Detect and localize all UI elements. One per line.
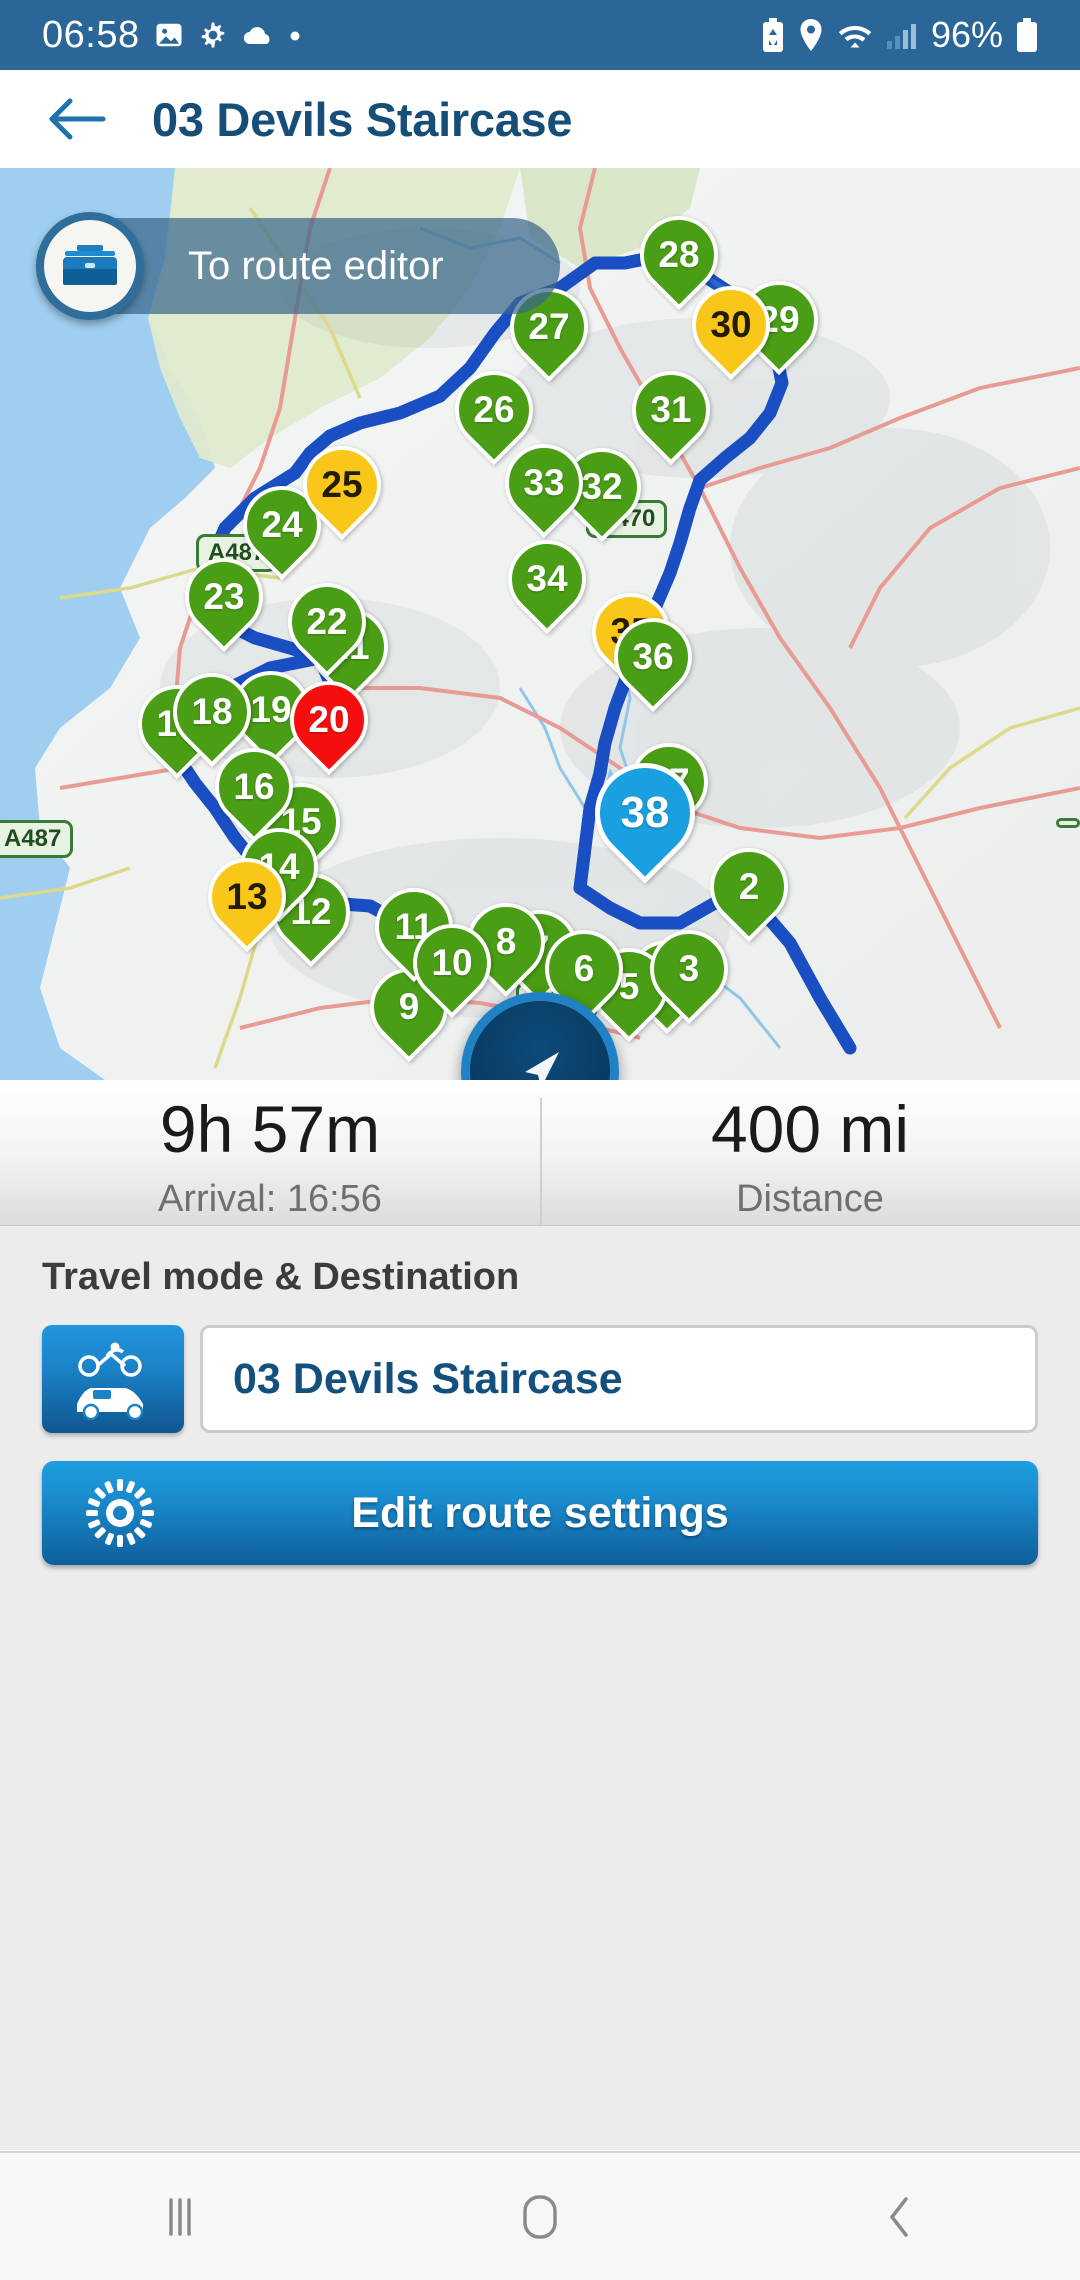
to-route-editor-button[interactable]: To route editor	[36, 212, 560, 320]
map-marker-label: 10	[431, 942, 473, 983]
battery-icon	[1016, 18, 1038, 52]
recents-icon[interactable]	[0, 2194, 360, 2240]
map-marker-label: 13	[226, 876, 268, 917]
map-marker-label: 26	[473, 389, 515, 430]
stats-divider	[540, 1098, 542, 1226]
toolbox-icon	[36, 212, 144, 320]
edit-route-settings-label: Edit route settings	[351, 1488, 729, 1537]
app-bar: 03 Devils Staircase	[0, 70, 1080, 168]
arrival-label: Arrival: 16:56	[158, 1177, 382, 1220]
wifi-icon	[837, 20, 873, 50]
duration-stat: 9h 57m Arrival: 16:56	[0, 1080, 540, 1225]
map-marker-18[interactable]: 18	[156, 656, 268, 773]
map-marker-22[interactable]: 22	[271, 566, 383, 683]
gear-icon	[84, 1461, 156, 1565]
road-shield	[1056, 818, 1080, 828]
travel-mode-destination-panel: Travel mode & Destination 03 Devils Stai…	[0, 1225, 1080, 2150]
gear-icon	[198, 20, 228, 50]
status-bar-right: 96%	[761, 14, 1038, 56]
distance-label: Distance	[736, 1177, 884, 1220]
map-marker-label: 18	[191, 691, 233, 732]
edit-route-settings-button[interactable]: Edit route settings	[42, 1461, 1038, 1565]
duration-value: 9h 57m	[159, 1091, 381, 1166]
map-marker-10[interactable]: 10	[396, 907, 508, 1024]
section-title: Travel mode & Destination	[42, 1256, 520, 1298]
page-title: 03 Devils Staircase	[152, 92, 573, 146]
cellular-signal-icon	[886, 20, 918, 50]
map-marker-label: 23	[203, 576, 245, 617]
route-summary-panel: 9h 57m Arrival: 16:56 400 mi Distance	[0, 1080, 1080, 1226]
dot-icon	[288, 28, 302, 42]
map-marker-3[interactable]: 3	[633, 913, 745, 1030]
map-marker-36[interactable]: 36	[597, 601, 709, 718]
map-marker-label: 33	[523, 462, 565, 503]
to-route-editor-label: To route editor	[188, 243, 444, 288]
map-marker-label: 25	[321, 464, 363, 505]
map-marker-13[interactable]: 13	[191, 841, 303, 958]
distance-stat: 400 mi Distance	[540, 1080, 1080, 1225]
map-marker-label: 30	[710, 304, 752, 345]
map-marker-label: 22	[306, 601, 348, 642]
map-view[interactable]: A470 A487 A487 A483 28272930263133322524…	[0, 168, 1080, 1080]
map-marker-38[interactable]: 38	[574, 742, 716, 891]
location-pin-icon	[798, 18, 824, 52]
back-arrow-icon[interactable]	[46, 88, 108, 150]
battery-percent-label: 96%	[930, 14, 1003, 55]
home-icon[interactable]	[360, 2192, 720, 2242]
map-marker-25[interactable]: 25	[286, 429, 398, 546]
road-shield: A487	[0, 820, 74, 858]
status-bar: 06:58 96%	[0, 0, 1080, 70]
destination-value: 03 Devils Staircase	[233, 1354, 623, 1403]
mode-row: 03 Devils Staircase	[42, 1325, 1038, 1433]
nav-back-icon[interactable]	[720, 2193, 1080, 2241]
map-marker-31[interactable]: 31	[615, 354, 727, 471]
image-icon	[154, 20, 184, 50]
map-marker-34[interactable]: 34	[491, 523, 603, 640]
map-marker-20[interactable]: 20	[273, 664, 385, 781]
map-marker-label: 2	[738, 866, 760, 907]
map-marker-label: 3	[678, 948, 700, 989]
battery-saver-icon	[761, 18, 785, 52]
map-marker-label: 36	[632, 636, 674, 677]
status-clock: 06:58	[42, 13, 140, 56]
map-marker-30[interactable]: 30	[675, 269, 787, 386]
map-marker-23[interactable]: 23	[168, 541, 280, 658]
distance-value: 400 mi	[710, 1091, 910, 1166]
map-marker-33[interactable]: 33	[488, 427, 600, 544]
motorcycle-car-icon[interactable]	[42, 1325, 184, 1433]
destination-input[interactable]: 03 Devils Staircase	[200, 1325, 1038, 1433]
map-marker-label: 28	[658, 234, 700, 275]
map-marker-label: 20	[308, 699, 350, 740]
map-marker-label: 34	[526, 558, 568, 599]
map-marker-label: 38	[620, 788, 670, 837]
cloud-icon	[242, 24, 274, 46]
status-bar-left: 06:58	[42, 14, 302, 57]
android-nav-bar	[0, 2151, 1080, 2280]
